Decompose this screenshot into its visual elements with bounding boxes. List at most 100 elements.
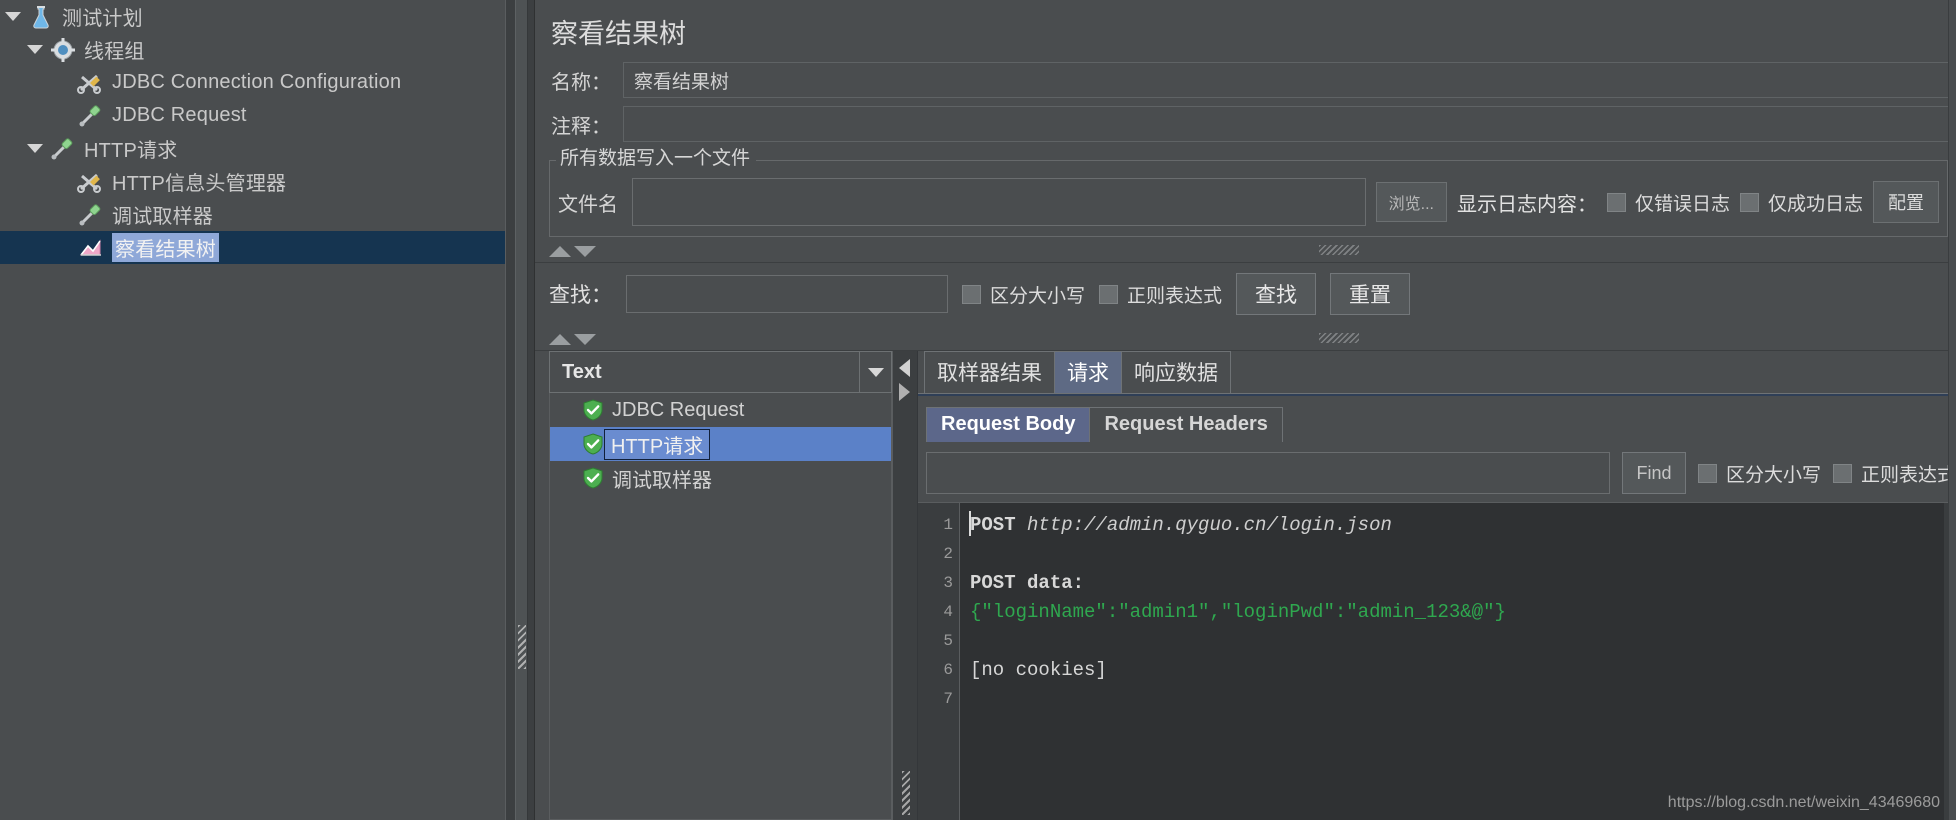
- find-case-sensitive-checkbox[interactable]: [1697, 463, 1717, 483]
- collapse-left-icon[interactable]: [899, 359, 910, 377]
- request-subtab-1[interactable]: Request Headers: [1089, 407, 1283, 442]
- detail-tab-1[interactable]: 请求: [1054, 351, 1122, 393]
- line-number: 2: [943, 545, 953, 563]
- filename-input[interactable]: [632, 178, 1366, 226]
- collapse-down-icon-lower[interactable]: [574, 334, 596, 345]
- search-regex-checkbox[interactable]: [1099, 284, 1119, 304]
- request-body-viewer[interactable]: 1 2 3 4 5 6 7 POST http://admin.qyguo.cn/login…: [918, 502, 1956, 820]
- errors-only-checkbox-wrap[interactable]: 仅错误日志: [1606, 189, 1730, 216]
- view-results-tree-panel: 察看结果树 名称： 注释： 所有数据写入一个文件 文件名 浏览... 显示日志内…: [535, 0, 1956, 820]
- write-all-data-group: 所有数据写入一个文件 文件名 浏览... 显示日志内容： 仅错误日志 仅成功日志…: [549, 146, 1948, 237]
- find-regex-label: 正则表达式: [1860, 464, 1956, 486]
- find-regex-wrap[interactable]: 正则表达式: [1832, 460, 1956, 487]
- tree-item-1[interactable]: 线程组: [0, 33, 505, 66]
- results-splitter-grip[interactable]: [902, 771, 910, 815]
- result-row-2[interactable]: 调试取样器: [550, 461, 891, 495]
- collapse-strip-lower: [535, 325, 1956, 351]
- tree-item-0[interactable]: 测试计划: [0, 0, 505, 33]
- collapse-arrows-upper[interactable]: [535, 237, 596, 263]
- tree-item-label: HTTP请求: [84, 140, 178, 162]
- tree-item-5[interactable]: HTTP信息头管理器: [0, 165, 505, 198]
- write-all-data-legend: 所有数据写入一个文件: [556, 146, 757, 172]
- success-shield-icon: [582, 433, 604, 455]
- result-row-label: HTTP请求: [604, 428, 711, 460]
- find-case-sensitive-wrap[interactable]: 区分大小写: [1697, 460, 1821, 487]
- panel-scrollbar[interactable]: [1948, 0, 1956, 820]
- detail-tabs[interactable]: 取样器结果 请求 响应数据: [918, 351, 1956, 393]
- view-results-tree-icon: [74, 233, 108, 263]
- sampler-icon: [74, 200, 108, 230]
- page-title: 察看结果树: [551, 19, 686, 49]
- tree-item-label: HTTP信息头管理器: [112, 173, 287, 195]
- search-case-sensitive-checkbox[interactable]: [962, 284, 981, 304]
- errors-only-checkbox[interactable]: [1606, 192, 1626, 212]
- horizontal-splitter-grip-upper[interactable]: [1319, 244, 1360, 255]
- test-plan-tree[interactable]: 测试计划线程组 JDBC Connection Configuration JDBC…: [0, 0, 505, 820]
- filename-label: 文件名: [558, 193, 618, 216]
- splitter-bar: [515, 0, 528, 820]
- line-number: 3: [943, 574, 953, 592]
- request-subtabs[interactable]: Request Body Request Headers: [918, 402, 1956, 442]
- browse-button[interactable]: 浏览...: [1375, 182, 1447, 222]
- request-body-code[interactable]: POST http://admin.qyguo.cn/login.json PO…: [960, 503, 1944, 820]
- code-line-3: POST data:: [970, 569, 1944, 598]
- find-case-sensitive-label: 区分大小写: [1725, 464, 1821, 486]
- chevron-down-icon[interactable]: [2, 0, 24, 33]
- tree-item-label: 测试计划: [62, 8, 143, 30]
- tree-item-label: JDBC Connection Configuration: [112, 71, 402, 93]
- collapse-right-icon[interactable]: [899, 383, 910, 401]
- collapse-down-icon[interactable]: [574, 246, 596, 257]
- thread-group-icon: [46, 35, 80, 65]
- tree-item-3[interactable]: JDBC Request: [0, 99, 505, 132]
- detail-tab-0[interactable]: 取样器结果: [924, 351, 1055, 393]
- http-method: POST: [970, 514, 1016, 536]
- find-button[interactable]: Find: [1621, 452, 1686, 494]
- main-vertical-splitter[interactable]: [505, 0, 535, 820]
- detail-tabs-underline: [918, 393, 1956, 396]
- horizontal-splitter-grip-lower[interactable]: [1319, 332, 1360, 343]
- results-splitter[interactable]: [892, 351, 918, 820]
- collapse-arrows-lower[interactable]: [535, 325, 596, 351]
- sampler-icon: [46, 134, 80, 164]
- comment-input[interactable]: [623, 106, 1950, 142]
- find-input[interactable]: [926, 452, 1610, 494]
- configure-button[interactable]: 配置: [1873, 181, 1939, 223]
- line-number: 6: [943, 661, 953, 679]
- line-number: 4: [943, 603, 953, 621]
- search-case-sensitive-wrap[interactable]: 区分大小写: [962, 281, 1085, 308]
- chevron-down-icon[interactable]: [859, 352, 891, 392]
- search-button[interactable]: 查找: [1236, 273, 1317, 315]
- tree-item-4[interactable]: HTTP请求: [0, 132, 505, 165]
- success-only-checkbox-wrap[interactable]: 仅成功日志: [1739, 189, 1863, 216]
- success-only-checkbox[interactable]: [1739, 192, 1759, 212]
- result-row-1[interactable]: HTTP请求: [550, 427, 891, 461]
- results-tree-column: Text JDBC Request HTTP请求调试取样器: [549, 351, 892, 820]
- search-regex-wrap[interactable]: 正则表达式: [1099, 281, 1222, 308]
- renderer-combo[interactable]: Text: [549, 351, 892, 393]
- config-element-icon: [74, 167, 108, 197]
- tree-item-6[interactable]: 调试取样器: [0, 198, 505, 231]
- collapse-up-icon-lower[interactable]: [549, 334, 571, 345]
- chevron-down-icon[interactable]: [24, 33, 46, 66]
- sampler-icon: [74, 101, 108, 131]
- splitter-grip-handle[interactable]: [518, 625, 526, 669]
- results-area: Text JDBC Request HTTP请求调试取样器 取样器结果 请求 响应数据: [535, 351, 1956, 820]
- comment-label: 注释：: [551, 115, 611, 138]
- tree-item-7[interactable]: 察看结果树: [0, 231, 505, 264]
- tree-twisty-spacer: [52, 165, 74, 198]
- jmeter-window: 测试计划线程组 JDBC Connection Configuration JDBC…: [0, 0, 1956, 820]
- name-input[interactable]: [623, 62, 1950, 98]
- find-bar: Find 区分大小写 正则表达式: [918, 442, 1956, 502]
- detail-tab-2[interactable]: 响应数据: [1121, 351, 1231, 393]
- reset-button[interactable]: 重置: [1330, 273, 1411, 315]
- chevron-down-icon[interactable]: [24, 132, 46, 165]
- collapse-up-icon[interactable]: [549, 246, 571, 257]
- results-tree[interactable]: JDBC Request HTTP请求调试取样器: [549, 393, 892, 820]
- find-regex-checkbox[interactable]: [1832, 463, 1852, 483]
- search-input[interactable]: [626, 275, 948, 313]
- result-row-0[interactable]: JDBC Request: [550, 393, 891, 427]
- result-row-label: 调试取样器: [612, 469, 712, 492]
- request-subtab-0[interactable]: Request Body: [926, 407, 1091, 442]
- tree-item-2[interactable]: JDBC Connection Configuration: [0, 66, 505, 99]
